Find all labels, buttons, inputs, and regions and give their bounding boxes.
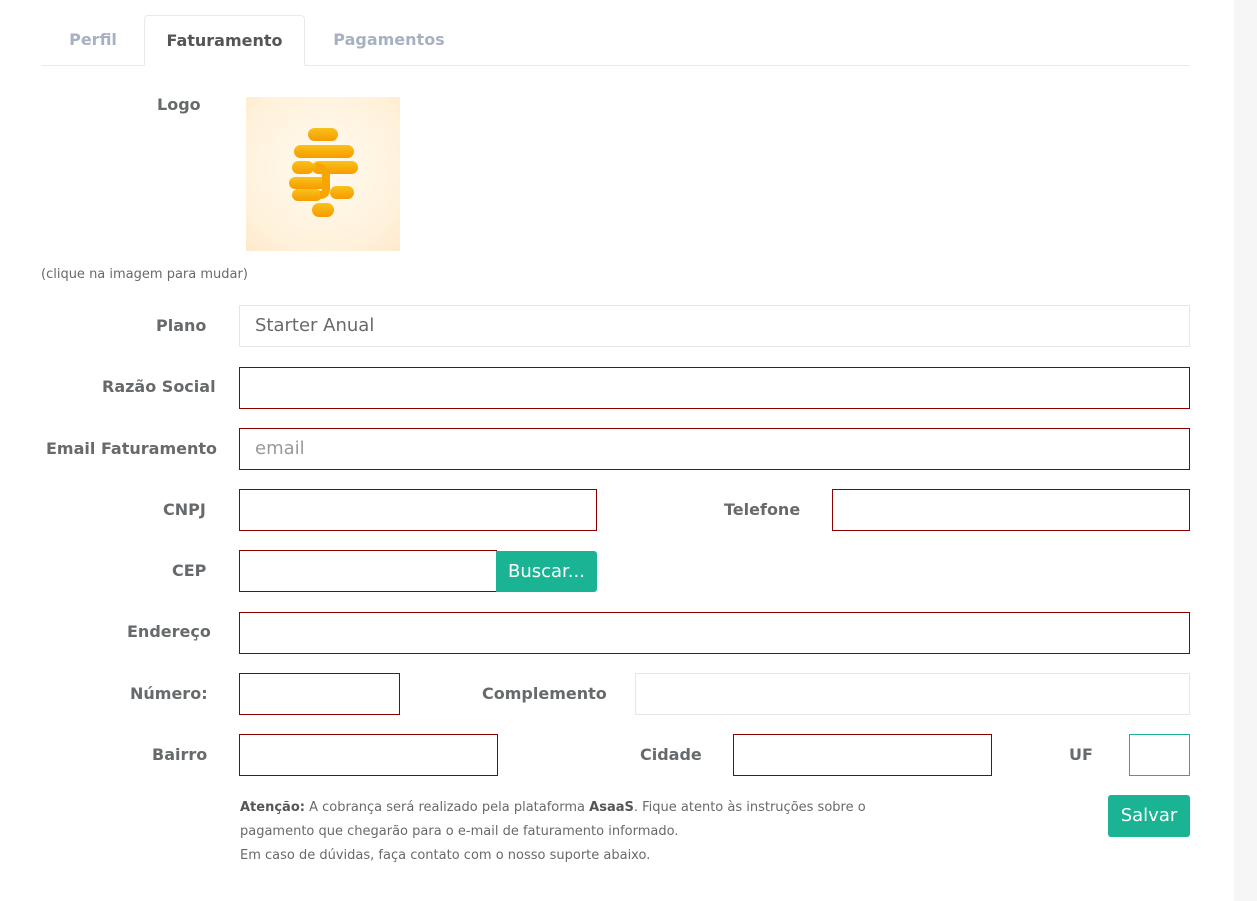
logo-label: Logo bbox=[157, 95, 201, 114]
tab-faturamento[interactable]: Faturamento bbox=[144, 15, 305, 66]
tab-pagamentos[interactable]: Pagamentos bbox=[303, 15, 475, 64]
numero-label: Número: bbox=[130, 684, 208, 703]
logo-image[interactable] bbox=[246, 97, 400, 251]
bairro-label: Bairro bbox=[152, 745, 208, 764]
plano-field[interactable]: Starter Anual bbox=[239, 305, 1190, 347]
bairro-input[interactable] bbox=[239, 734, 498, 776]
tab-bar: Perfil Faturamento Pagamentos bbox=[41, 15, 1190, 66]
cep-input[interactable] bbox=[239, 550, 497, 592]
telefone-label: Telefone bbox=[724, 500, 801, 519]
plano-label: Plano bbox=[156, 316, 207, 335]
email-faturamento-label: Email Faturamento bbox=[46, 439, 218, 458]
cnpj-label: CNPJ bbox=[163, 500, 206, 519]
logo-hint: (clique na imagem para mudar) bbox=[41, 267, 248, 282]
save-button[interactable]: Salvar bbox=[1108, 795, 1190, 837]
razao-social-label: Razão Social bbox=[102, 377, 216, 396]
notice-platform: AsaaS bbox=[589, 800, 634, 815]
complemento-label: Complemento bbox=[482, 684, 607, 703]
cidade-label: Cidade bbox=[640, 745, 702, 764]
billing-notice: Atenção: A cobrança será realizado pela … bbox=[240, 796, 880, 868]
tab-perfil[interactable]: Perfil bbox=[41, 15, 145, 64]
uf-input[interactable] bbox=[1129, 734, 1190, 776]
email-placeholder: email bbox=[255, 438, 305, 459]
uf-label: UF bbox=[1069, 745, 1093, 764]
email-faturamento-input[interactable]: email bbox=[239, 428, 1190, 470]
notice-support-line: Em caso de dúvidas, faça contato com o n… bbox=[240, 848, 651, 863]
scrollbar-track[interactable] bbox=[1234, 0, 1257, 901]
notice-text-1: A cobrança será realizado pela plataform… bbox=[304, 800, 590, 815]
cep-label: CEP bbox=[172, 561, 207, 580]
brand-logo-icon bbox=[289, 128, 358, 217]
buscar-cep-button[interactable]: Buscar... bbox=[496, 551, 597, 592]
cidade-input[interactable] bbox=[733, 734, 992, 776]
endereco-input[interactable] bbox=[239, 612, 1190, 654]
complemento-input[interactable] bbox=[635, 673, 1190, 715]
notice-lead: Atenção: bbox=[240, 800, 305, 815]
cnpj-input[interactable] bbox=[239, 489, 597, 531]
numero-input[interactable] bbox=[239, 673, 400, 715]
telefone-input[interactable] bbox=[832, 489, 1190, 531]
endereco-label: Endereço bbox=[127, 622, 211, 641]
razao-social-input[interactable] bbox=[239, 367, 1190, 409]
